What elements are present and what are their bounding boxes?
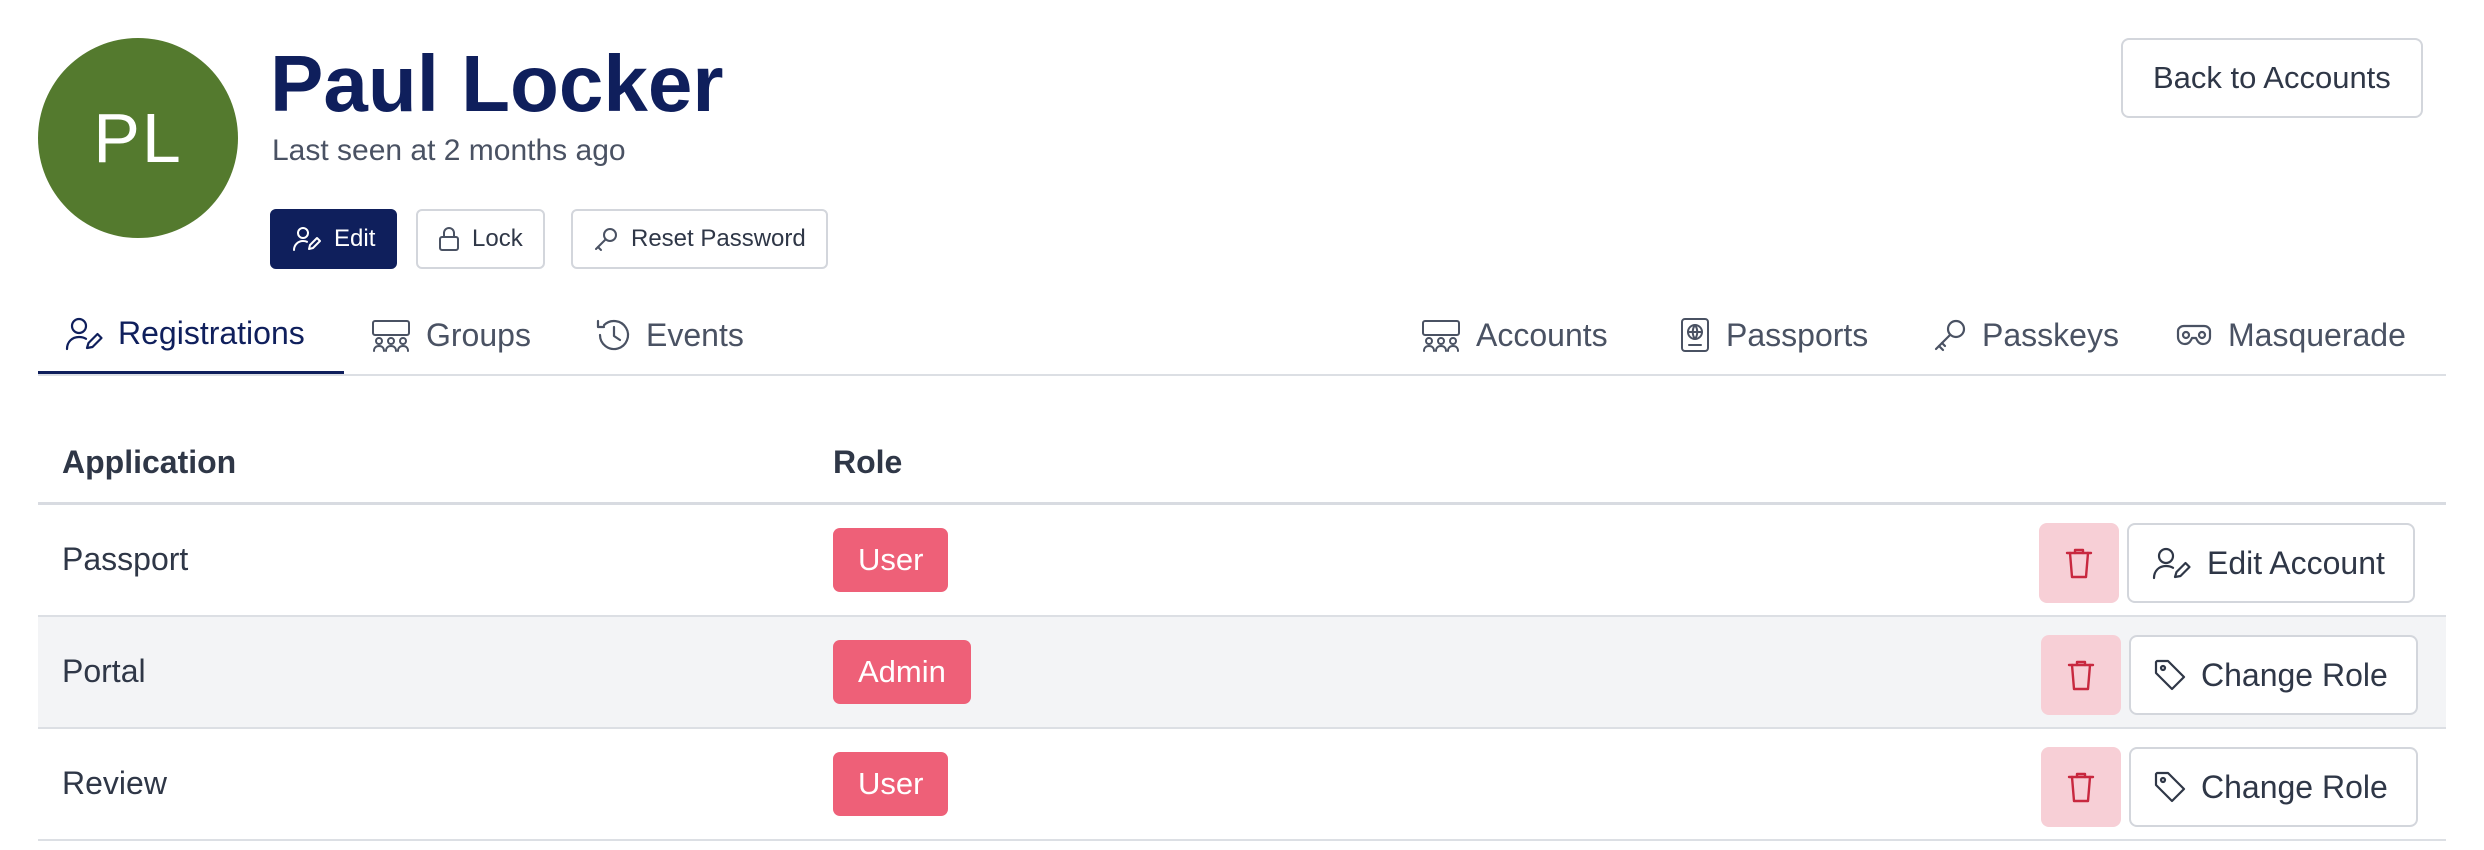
role-badge: Admin <box>833 640 971 704</box>
edit-account-button[interactable]: Edit Account <box>2127 523 2415 603</box>
action-button-label: Change Role <box>2201 768 2388 805</box>
user-registration-icon <box>65 317 103 350</box>
back-to-accounts-label: Back to Accounts <box>2153 60 2391 95</box>
avatar: PL <box>38 38 238 238</box>
user-edit-icon <box>293 227 321 251</box>
tag-icon <box>2154 771 2186 803</box>
delete-button[interactable] <box>2041 635 2121 715</box>
last-seen-text: Last seen at 2 months ago <box>272 134 626 167</box>
lock-button-label: Lock <box>472 225 523 252</box>
key-icon <box>595 228 617 251</box>
lock-button[interactable]: Lock <box>416 209 545 269</box>
tab-registrations[interactable]: Registrations <box>38 296 344 374</box>
account-detail-page: PL Paul Locker Last seen at 2 months ago… <box>0 0 2484 850</box>
table-row: Portal Admin Change Role <box>38 617 2446 729</box>
tab-events[interactable]: Events <box>594 296 744 374</box>
tab-passkeys[interactable]: Passkeys <box>1932 296 2119 374</box>
column-header-application: Application <box>62 444 237 480</box>
edit-button[interactable]: Edit <box>270 209 398 269</box>
group-icon <box>372 320 410 352</box>
action-button-label: Change Role <box>2201 656 2388 693</box>
history-icon <box>596 319 630 351</box>
accounts-icon <box>1422 320 1460 352</box>
action-button-label: Edit Account <box>2207 544 2385 581</box>
key-icon <box>1934 319 1966 352</box>
tab-groups[interactable]: Groups <box>370 296 531 374</box>
application-name: Passport <box>62 541 189 577</box>
role-badge-label: User <box>858 766 924 801</box>
delete-button[interactable] <box>2041 747 2121 827</box>
role-badge: User <box>833 528 949 592</box>
column-header-role: Role <box>833 444 903 480</box>
registrations-table: Application Role Passport User Edit Acco… <box>38 424 2446 841</box>
delete-button[interactable] <box>2039 523 2119 603</box>
tag-icon <box>2154 659 2186 691</box>
edit-button-label: Edit <box>334 225 376 252</box>
avatar-initials: PL <box>93 99 183 177</box>
table-row: Passport User Edit Account <box>38 505 2446 617</box>
application-name: Review <box>62 765 167 801</box>
tab-accounts[interactable]: Accounts <box>1420 296 1608 374</box>
trash-icon <box>2067 660 2095 691</box>
back-to-accounts-button[interactable]: Back to Accounts <box>2121 38 2423 118</box>
change-role-button[interactable]: Change Role <box>2129 635 2418 715</box>
table-header: Application Role <box>38 424 2446 505</box>
user-edit-icon <box>2152 547 2191 580</box>
role-badge-label: Admin <box>858 654 946 689</box>
tab-bar: Registrations Groups Events Accounts Pas… <box>38 296 2446 376</box>
trash-icon <box>2065 548 2093 579</box>
tab-label: Masquerade <box>2228 316 2406 353</box>
tab-label: Passkeys <box>1982 316 2119 353</box>
mask-icon <box>2176 324 2212 346</box>
tab-label: Events <box>646 316 744 353</box>
change-role-button[interactable]: Change Role <box>2129 747 2418 827</box>
lock-icon <box>439 227 459 251</box>
reset-password-button[interactable]: Reset Password <box>571 209 828 269</box>
role-badge: User <box>833 752 949 816</box>
tab-label: Accounts <box>1476 316 1608 353</box>
application-name: Portal <box>62 653 146 689</box>
table-row: Review User Change Role <box>38 729 2446 841</box>
tab-label: Groups <box>426 316 531 353</box>
passport-icon <box>1681 318 1709 352</box>
role-badge-label: User <box>858 542 924 577</box>
tab-label: Passports <box>1726 316 1869 353</box>
tab-label: Registrations <box>118 315 305 351</box>
tab-passports[interactable]: Passports <box>1678 296 1868 374</box>
page-title: Paul Locker <box>270 39 724 128</box>
reset-password-label: Reset Password <box>631 225 806 252</box>
trash-icon <box>2067 772 2095 803</box>
tab-masquerade[interactable]: Masquerade <box>2174 296 2406 374</box>
